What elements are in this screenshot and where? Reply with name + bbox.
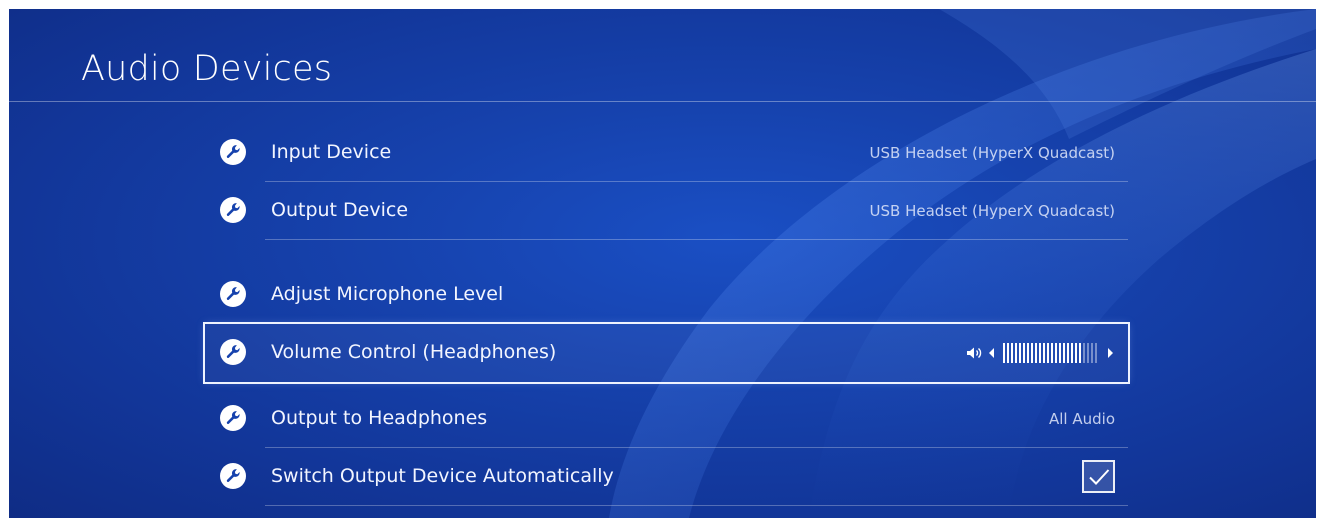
- volume-bar: [1083, 343, 1085, 363]
- menu-item-adjust-microphone-level[interactable]: Adjust Microphone Level: [205, 266, 1128, 324]
- volume-bar: [1011, 343, 1013, 363]
- wrench-icon: [220, 197, 246, 223]
- volume-bar: [1055, 343, 1057, 363]
- volume-bar: [1095, 343, 1097, 363]
- menu-item-value: USB Headset (HyperX Quadcast): [869, 144, 1115, 162]
- volume-bar: [1043, 343, 1045, 363]
- wrench-icon: [220, 405, 246, 431]
- volume-bar: [1075, 343, 1077, 363]
- volume-bar: [1067, 343, 1069, 363]
- volume-bar: [1007, 343, 1009, 363]
- menu-item-input-device[interactable]: Input Device USB Headset (HyperX Quadcas…: [205, 124, 1128, 182]
- page-title: Audio Devices: [81, 49, 333, 89]
- volume-decrease-arrow-icon[interactable]: [988, 347, 995, 359]
- checkmark-icon: [1089, 469, 1110, 485]
- volume-bar: [1071, 343, 1073, 363]
- volume-bar: [1019, 343, 1021, 363]
- volume-bar: [1079, 343, 1081, 363]
- volume-bar: [1039, 343, 1041, 363]
- header-bar: Audio Devices: [9, 9, 1316, 102]
- ps4-settings-screen: Audio Devices Input Device USB Headset (…: [9, 9, 1316, 518]
- volume-bar: [1063, 343, 1065, 363]
- volume-bar: [1031, 343, 1033, 363]
- volume-bar: [1003, 343, 1005, 363]
- volume-bar: [1047, 343, 1049, 363]
- wrench-icon: [220, 463, 246, 489]
- menu-item-switch-output-automatically[interactable]: Switch Output Device Automatically: [205, 448, 1128, 506]
- volume-level-bars[interactable]: [1003, 343, 1099, 363]
- volume-bar: [1091, 343, 1093, 363]
- menu-item-output-to-headphones[interactable]: Output to Headphones All Audio: [205, 390, 1128, 448]
- volume-bar: [1035, 343, 1037, 363]
- switch-output-checkbox[interactable]: [1082, 460, 1115, 493]
- volume-slider[interactable]: [966, 343, 1114, 363]
- volume-increase-arrow-icon[interactable]: [1107, 347, 1114, 359]
- row-divider: [265, 505, 1128, 506]
- volume-bar: [1015, 343, 1017, 363]
- menu-item-label: Output to Headphones: [271, 407, 488, 429]
- volume-bar: [1051, 343, 1053, 363]
- wrench-icon: [220, 281, 246, 307]
- volume-bar: [1027, 343, 1029, 363]
- menu-item-label: Switch Output Device Automatically: [271, 465, 614, 487]
- menu-item-label: Adjust Microphone Level: [271, 283, 504, 305]
- row-divider: [265, 239, 1128, 240]
- menu-item-value: All Audio: [1049, 410, 1115, 428]
- wrench-icon: [220, 339, 246, 365]
- menu-item-label: Output Device: [271, 199, 409, 221]
- volume-bar: [1087, 343, 1089, 363]
- menu-item-output-device[interactable]: Output Device USB Headset (HyperX Quadca…: [205, 182, 1128, 240]
- menu-item-volume-control[interactable]: Volume Control (Headphones): [203, 322, 1130, 384]
- menu-item-label: Input Device: [271, 141, 392, 163]
- speaker-icon: [967, 347, 982, 359]
- volume-bar: [1059, 343, 1061, 363]
- menu-item-value: USB Headset (HyperX Quadcast): [869, 202, 1115, 220]
- wrench-icon: [220, 139, 246, 165]
- menu-item-label: Volume Control (Headphones): [271, 341, 557, 363]
- volume-bar: [1023, 343, 1025, 363]
